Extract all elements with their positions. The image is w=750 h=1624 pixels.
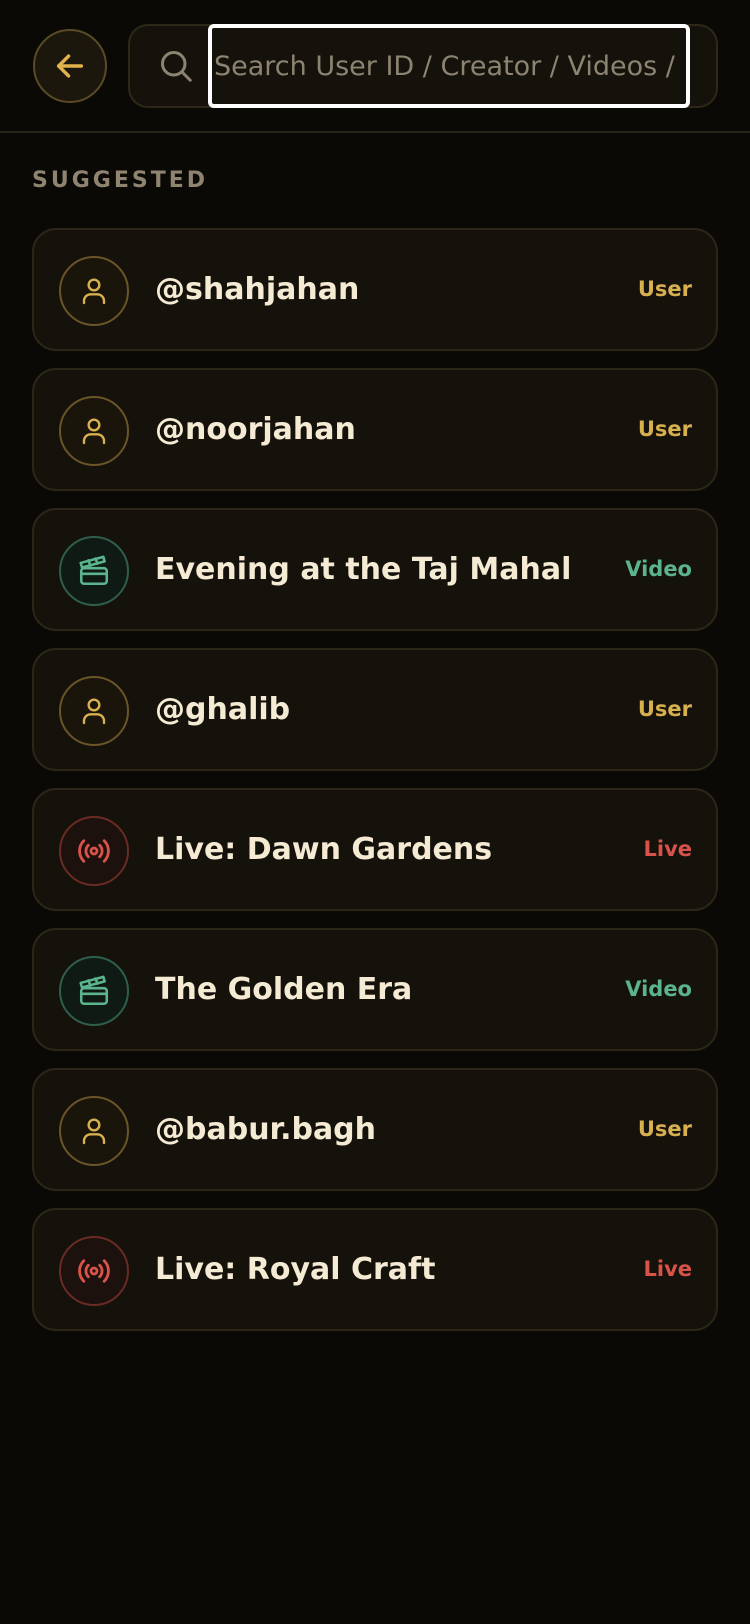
suggestion-item[interactable]: The Golden Era Video	[32, 928, 718, 1051]
search-input[interactable]	[208, 24, 690, 108]
suggestion-label: @babur.bagh	[155, 1112, 377, 1147]
suggestion-type-badge: Video	[625, 557, 692, 581]
suggestion-label: @shahjahan	[155, 272, 360, 307]
suggestion-type-badge: Video	[625, 977, 692, 1001]
user-icon	[59, 1096, 129, 1166]
suggestion-type-badge: Live	[643, 837, 692, 861]
suggestion-label: @noorjahan	[155, 412, 356, 447]
user-icon	[59, 676, 129, 746]
suggestion-list: @shahjahan User @noorjahan User Evening …	[32, 228, 718, 1348]
suggestion-label: Live: Dawn Gardens	[155, 832, 493, 867]
suggestion-label: @ghalib	[155, 692, 291, 727]
user-icon	[59, 396, 129, 466]
suggestion-item[interactable]: Live: Royal Craft Live	[32, 1208, 718, 1331]
search-icon	[161, 51, 192, 82]
suggestion-label: Live: Royal Craft	[155, 1252, 436, 1287]
broadcast-icon	[59, 816, 129, 886]
suggestion-type-badge: User	[637, 277, 692, 301]
suggestion-label: The Golden Era	[155, 972, 413, 1007]
broadcast-icon	[59, 1236, 129, 1306]
suggestion-item[interactable]: @ghalib User	[32, 648, 718, 771]
suggestion-item[interactable]: @shahjahan User	[32, 228, 718, 351]
suggestion-item[interactable]: Evening at the Taj Mahal Video	[32, 508, 718, 631]
suggestion-type-badge: User	[637, 697, 692, 721]
suggestion-item[interactable]: @babur.bagh User	[32, 1068, 718, 1191]
clapperboard-icon	[59, 956, 129, 1026]
search-header	[0, 0, 750, 133]
user-icon	[59, 256, 129, 326]
clapperboard-icon	[59, 536, 129, 606]
suggestion-item[interactable]: @noorjahan User	[32, 368, 718, 491]
suggestion-label: Evening at the Taj Mahal	[155, 552, 572, 587]
suggestion-type-badge: User	[637, 417, 692, 441]
suggestion-item[interactable]: Live: Dawn Gardens Live	[32, 788, 718, 911]
section-title: SUGGESTED	[32, 168, 208, 193]
arrow-left-icon	[56, 54, 84, 78]
back-button[interactable]	[33, 29, 107, 103]
suggestion-type-badge: User	[637, 1117, 692, 1141]
suggestion-type-badge: Live	[643, 1257, 692, 1281]
